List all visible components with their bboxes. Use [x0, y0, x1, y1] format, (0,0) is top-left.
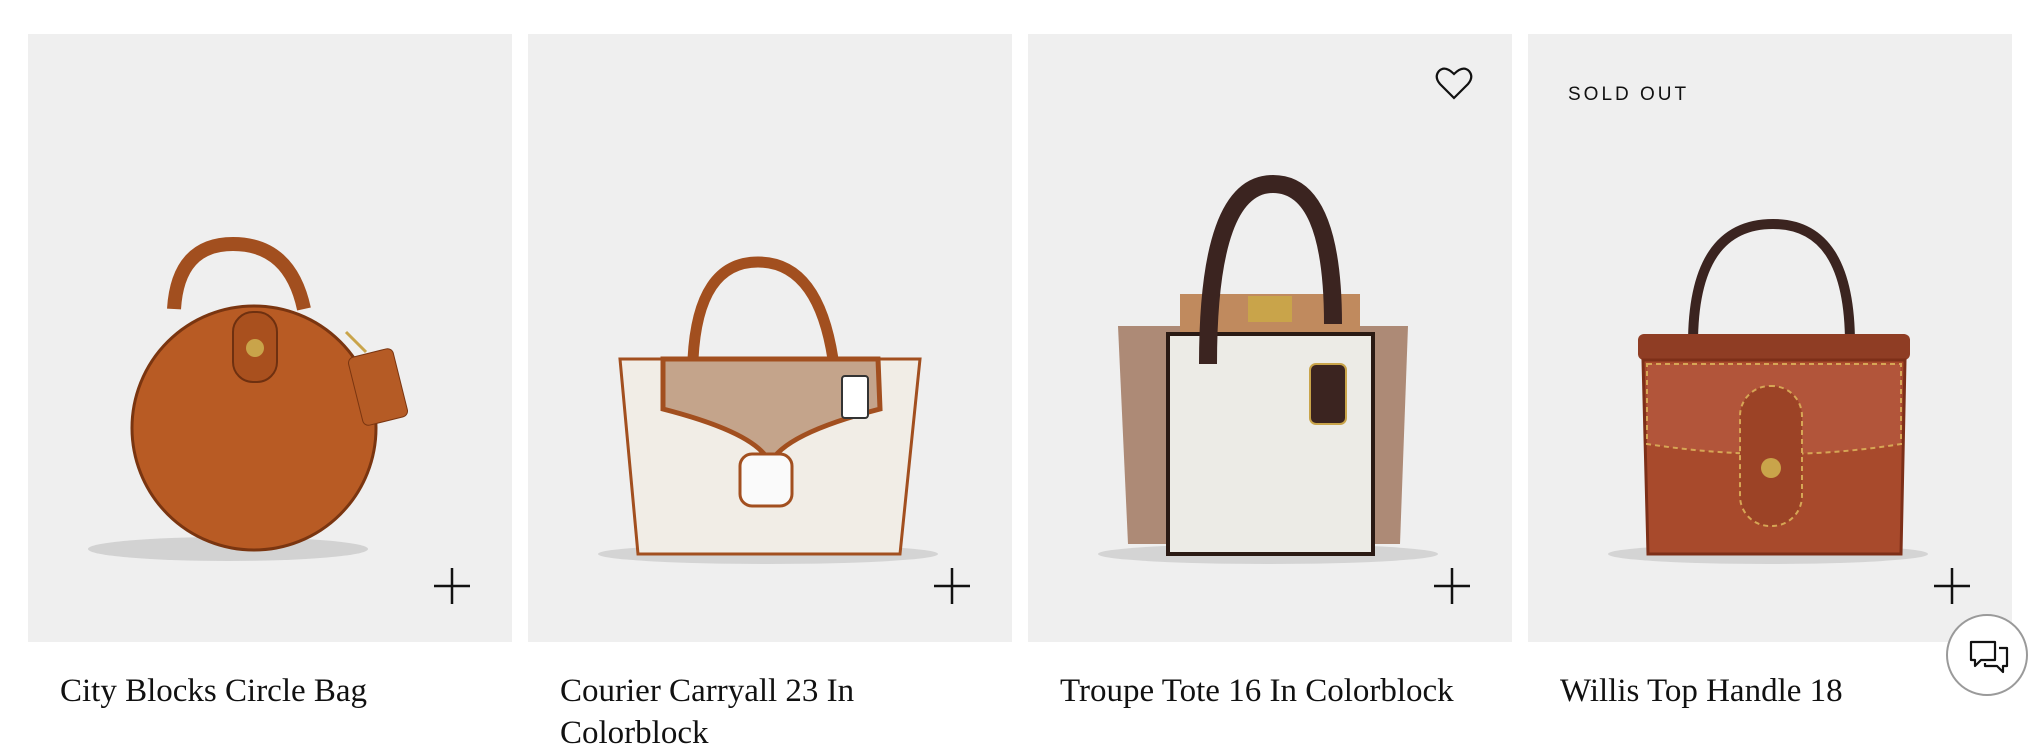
product-image-area[interactable] [28, 34, 512, 642]
product-image [598, 256, 938, 564]
product-title[interactable]: City Blocks Circle Bag [60, 670, 480, 712]
product-image-area[interactable] [528, 34, 1012, 642]
product-card[interactable]: City Blocks Circle Bag [28, 34, 512, 712]
plus-icon[interactable] [1432, 566, 1472, 606]
product-image [1608, 218, 1928, 564]
product-title[interactable]: Willis Top Handle 18 [1560, 670, 1980, 712]
product-card[interactable]: Courier Carryall 23 In Colorblock [528, 34, 1012, 754]
product-image-area[interactable] [1028, 34, 1512, 642]
product-card[interactable]: SOLD OUT Willis Top Handle 18 [1528, 34, 2012, 712]
heart-icon[interactable] [1434, 64, 1474, 102]
product-card[interactable]: Troupe Tote 16 In Colorblock [1028, 34, 1512, 712]
plus-icon[interactable] [1932, 566, 1972, 606]
product-title[interactable]: Troupe Tote 16 In Colorblock [1060, 670, 1480, 712]
product-image [88, 236, 409, 561]
chat-icon [1969, 640, 2009, 674]
chat-button[interactable] [1946, 614, 2028, 696]
plus-icon[interactable] [932, 566, 972, 606]
product-image-area[interactable]: SOLD OUT [1528, 34, 2012, 642]
product-image [1098, 174, 1438, 564]
product-title[interactable]: Courier Carryall 23 In Colorblock [560, 670, 980, 754]
plus-icon[interactable] [432, 566, 472, 606]
